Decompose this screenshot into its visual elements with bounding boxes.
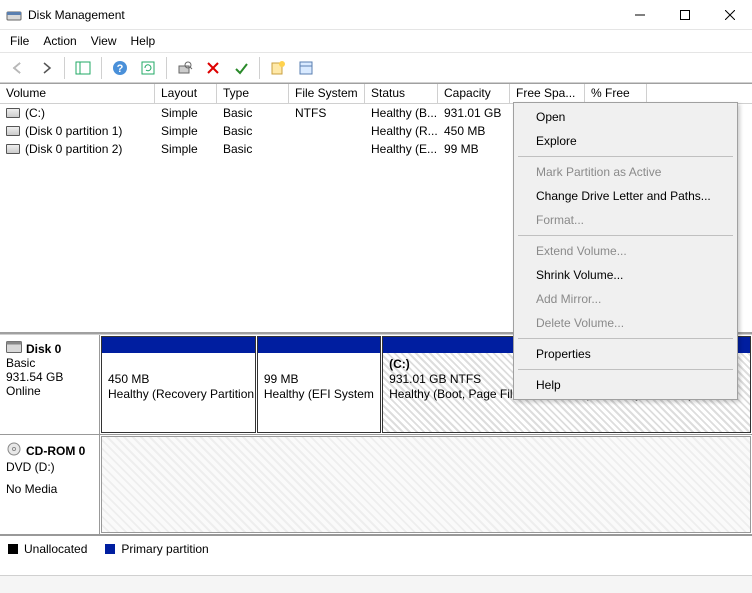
drive-icon: [6, 108, 20, 118]
minimize-button[interactable]: [617, 0, 662, 29]
drive-icon: [6, 126, 20, 136]
menu-separator: [518, 235, 733, 236]
column-headers: Volume Layout Type File System Status Ca…: [0, 84, 752, 104]
checkmark-button[interactable]: [229, 56, 253, 80]
col-pctfree[interactable]: % Free: [585, 84, 647, 103]
partition[interactable]: 450 MBHealthy (Recovery Partition: [101, 336, 256, 433]
col-freespace[interactable]: Free Spa...: [510, 84, 585, 103]
disk-partitions: [100, 435, 752, 534]
delete-button[interactable]: [201, 56, 225, 80]
legend: Unallocated Primary partition: [0, 535, 752, 562]
drive-icon: [6, 144, 20, 154]
menu-item: Mark Partition as Active: [516, 160, 735, 184]
menu-item: Add Mirror...: [516, 287, 735, 311]
menu-separator: [518, 338, 733, 339]
disk-row: CD-ROM 0DVD (D:)No Media: [0, 435, 752, 535]
col-volume[interactable]: Volume: [0, 84, 155, 103]
legend-primary-label: Primary partition: [121, 542, 208, 556]
svg-text:?: ?: [117, 63, 124, 75]
col-layout[interactable]: Layout: [155, 84, 217, 103]
menu-file[interactable]: File: [10, 34, 29, 48]
show-hide-console-tree-button[interactable]: [71, 56, 95, 80]
disk-icon: [6, 441, 22, 460]
window-title: Disk Management: [28, 8, 617, 22]
menu-item[interactable]: Explore: [516, 129, 735, 153]
menu-item[interactable]: Properties: [516, 342, 735, 366]
menu-item[interactable]: Open: [516, 105, 735, 129]
col-filesystem[interactable]: File System: [289, 84, 365, 103]
forward-button[interactable]: [34, 56, 58, 80]
menu-item[interactable]: Help: [516, 373, 735, 397]
col-type[interactable]: Type: [217, 84, 289, 103]
menu-action[interactable]: Action: [43, 34, 76, 48]
toolbar: ?: [0, 53, 752, 83]
menu-view[interactable]: View: [91, 34, 117, 48]
settings-button[interactable]: [173, 56, 197, 80]
menu-help[interactable]: Help: [131, 34, 156, 48]
col-status[interactable]: Status: [365, 84, 438, 103]
context-menu: OpenExplore Mark Partition as ActiveChang…: [513, 102, 738, 400]
status-bar: [0, 575, 752, 593]
menu-item[interactable]: Shrink Volume...: [516, 263, 735, 287]
refresh-button[interactable]: [136, 56, 160, 80]
menu-separator: [518, 369, 733, 370]
legend-primary-swatch: [105, 544, 115, 554]
menu-separator: [518, 156, 733, 157]
maximize-button[interactable]: [662, 0, 707, 29]
legend-unallocated-swatch: [8, 544, 18, 554]
properties-button[interactable]: [294, 56, 318, 80]
back-button[interactable]: [6, 56, 30, 80]
disk-label[interactable]: Disk 0Basic931.54 GBOnline: [0, 335, 100, 434]
menu-bar: File Action View Help: [0, 30, 752, 53]
menu-item: Delete Volume...: [516, 311, 735, 335]
menu-item[interactable]: Change Drive Letter and Paths...: [516, 184, 735, 208]
disk-icon: [6, 341, 22, 356]
legend-unallocated-label: Unallocated: [24, 542, 87, 556]
no-media-region: [101, 436, 751, 533]
help-button[interactable]: ?: [108, 56, 132, 80]
disk-label[interactable]: CD-ROM 0DVD (D:)No Media: [0, 435, 100, 534]
menu-item: Format...: [516, 208, 735, 232]
col-capacity[interactable]: Capacity: [438, 84, 510, 103]
menu-item: Extend Volume...: [516, 239, 735, 263]
close-button[interactable]: [707, 0, 752, 29]
title-bar: Disk Management: [0, 0, 752, 30]
app-icon: [6, 7, 22, 23]
partition[interactable]: 99 MBHealthy (EFI System: [257, 336, 381, 433]
new-button[interactable]: [266, 56, 290, 80]
